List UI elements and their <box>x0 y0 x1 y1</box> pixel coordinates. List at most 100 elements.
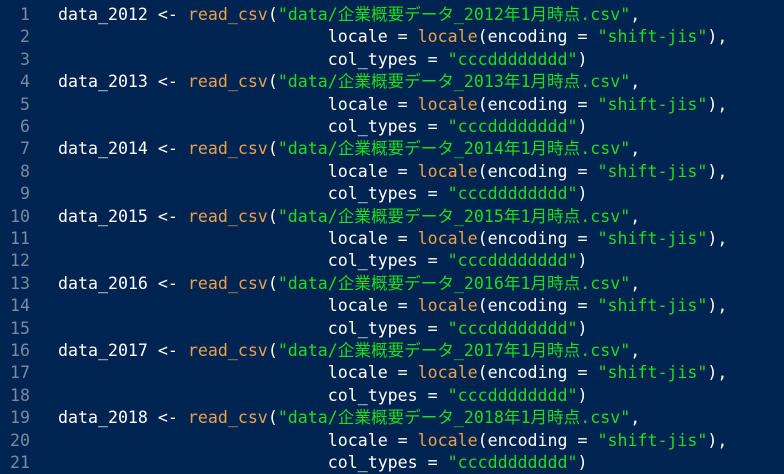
string-token: "cccdddddddd" <box>447 318 578 338</box>
code-token: ( <box>267 72 278 92</box>
code-line[interactable]: 15 col_types = "cccdddddddd") <box>0 318 784 340</box>
code-line[interactable]: 8 locale = locale(encoding = "shift-jis"… <box>0 161 784 183</box>
code-token: , <box>630 72 641 92</box>
code-text: locale = locale(encoding = "shift-jis"), <box>30 94 728 116</box>
string-token: "data/企業概要データ_2016年1月時点.csv" <box>277 273 631 293</box>
line-number: 20 <box>10 430 30 450</box>
code-text: locale = locale(encoding = "shift-jis"), <box>30 26 728 48</box>
function-token: read_csv <box>187 5 268 24</box>
code-token: locale = <box>58 296 418 316</box>
code-line[interactable]: 5 locale = locale(encoding = "shift-jis"… <box>0 94 784 116</box>
code-token: , <box>630 206 641 226</box>
code-token: ), <box>707 296 728 316</box>
code-token: ( <box>267 139 278 159</box>
code-line[interactable]: 4 data_2013 <- read_csv("data/企業概要データ_201… <box>0 71 784 93</box>
code-line[interactable]: 13 data_2016 <- read_csv("data/企業概要データ_20… <box>0 273 784 295</box>
line-number: 18 <box>10 385 30 405</box>
line-number: 1 <box>20 5 30 24</box>
line-number: 14 <box>10 296 30 316</box>
line-number: 10 <box>10 206 30 226</box>
code-token: , <box>630 139 641 159</box>
code-line[interactable]: 2 locale = locale(encoding = "shift-jis"… <box>0 26 784 48</box>
code-token: ) <box>577 184 588 204</box>
code-text: data_2015 <- read_csv("data/企業概要データ_2015… <box>30 206 640 228</box>
function-token: locale <box>417 363 478 383</box>
code-editor[interactable]: 1 data_2012 <- read_csv("data/企業概要データ_201… <box>0 0 784 474</box>
string-token: "shift-jis" <box>597 161 708 181</box>
function-token: locale <box>417 430 478 450</box>
line-number: 4 <box>20 72 30 92</box>
code-text: data_2017 <- read_csv("data/企業概要データ_2017… <box>30 340 640 362</box>
code-line[interactable]: 12 col_types = "cccdddddddd") <box>0 250 784 272</box>
code-token: ) <box>577 385 588 405</box>
code-token: , <box>630 273 641 293</box>
line-number: 7 <box>20 139 30 159</box>
code-text: locale = locale(encoding = "shift-jis"), <box>30 362 728 384</box>
code-text: col_types = "cccdddddddd") <box>30 49 588 71</box>
code-token: ( <box>267 5 278 24</box>
code-token: (encoding = <box>477 161 598 181</box>
function-token: read_csv <box>187 206 268 226</box>
function-token: read_csv <box>187 341 268 360</box>
function-token: locale <box>417 27 478 47</box>
string-token: "cccdddddddd" <box>447 184 578 204</box>
code-token: (encoding = <box>477 229 598 248</box>
code-token: locale = <box>58 229 418 248</box>
code-line[interactable]: 16 data_2017 <- read_csv("data/企業概要データ_20… <box>0 340 784 362</box>
code-line[interactable]: 6 col_types = "cccdddddddd") <box>0 116 784 138</box>
code-token: data_2015 <- <box>58 206 188 226</box>
code-text: locale = locale(encoding = "shift-jis"), <box>30 161 728 183</box>
line-number: 9 <box>20 184 30 204</box>
code-token: ( <box>267 341 278 360</box>
code-line[interactable]: 9 col_types = "cccdddddddd") <box>0 183 784 205</box>
code-line[interactable]: 14 locale = locale(encoding = "shift-jis… <box>0 295 784 317</box>
line-number: 5 <box>20 94 30 114</box>
code-token: , <box>630 408 641 428</box>
code-token: ), <box>707 229 728 248</box>
code-token: ( <box>267 273 278 293</box>
code-token: col_types = <box>58 385 448 405</box>
code-line[interactable]: 18 col_types = "cccdddddddd") <box>0 385 784 407</box>
string-token: "data/企業概要データ_2014年1月時点.csv" <box>277 139 631 159</box>
line-number: 12 <box>10 251 30 271</box>
code-line[interactable]: 17 locale = locale(encoding = "shift-jis… <box>0 362 784 384</box>
string-token: "cccdddddddd" <box>447 453 578 472</box>
string-token: "data/企業概要データ_2013年1月時点.csv" <box>277 72 631 92</box>
code-token: col_types = <box>58 453 448 472</box>
string-token: "shift-jis" <box>597 296 708 316</box>
code-token: (encoding = <box>477 296 598 316</box>
code-token: data_2012 <- <box>58 5 188 24</box>
code-token: ), <box>707 363 728 383</box>
string-token: "cccdddddddd" <box>447 251 578 271</box>
string-token: "shift-jis" <box>597 94 708 114</box>
code-line[interactable]: 21 col_types = "cccdddddddd") <box>0 452 784 474</box>
code-line[interactable]: 3 col_types = "cccdddddddd") <box>0 49 784 71</box>
code-token: ) <box>577 318 588 338</box>
string-token: "data/企業概要データ_2017年1月時点.csv" <box>277 341 631 360</box>
function-token: read_csv <box>187 408 268 428</box>
function-token: locale <box>417 296 478 316</box>
code-line[interactable]: 1 data_2012 <- read_csv("data/企業概要データ_201… <box>0 4 784 26</box>
code-text: data_2013 <- read_csv("data/企業概要データ_2013… <box>30 71 640 93</box>
code-token: ( <box>267 206 278 226</box>
string-token: "shift-jis" <box>597 363 708 383</box>
code-token: data_2018 <- <box>58 408 188 428</box>
line-number: 8 <box>20 161 30 181</box>
code-line[interactable]: 10 data_2015 <- read_csv("data/企業概要データ_20… <box>0 206 784 228</box>
string-token: "cccdddddddd" <box>447 117 578 136</box>
code-line[interactable]: 11 locale = locale(encoding = "shift-jis… <box>0 228 784 250</box>
code-token: ( <box>267 408 278 428</box>
code-text: col_types = "cccdddddddd") <box>30 116 588 138</box>
code-text: col_types = "cccdddddddd") <box>30 452 588 474</box>
code-text: data_2012 <- read_csv("data/企業概要データ_2012… <box>30 4 640 26</box>
code-token: ) <box>577 49 588 69</box>
code-line[interactable]: 7 data_2014 <- read_csv("data/企業概要データ_201… <box>0 138 784 160</box>
code-line[interactable]: 19 data_2018 <- read_csv("data/企業概要データ_20… <box>0 407 784 429</box>
code-token: col_types = <box>58 318 448 338</box>
code-token: , <box>630 5 641 24</box>
string-token: "cccdddddddd" <box>447 385 578 405</box>
line-number: 15 <box>10 318 30 338</box>
code-line[interactable]: 20 locale = locale(encoding = "shift-jis… <box>0 430 784 452</box>
code-text: col_types = "cccdddddddd") <box>30 183 588 205</box>
code-token: ) <box>577 453 588 472</box>
